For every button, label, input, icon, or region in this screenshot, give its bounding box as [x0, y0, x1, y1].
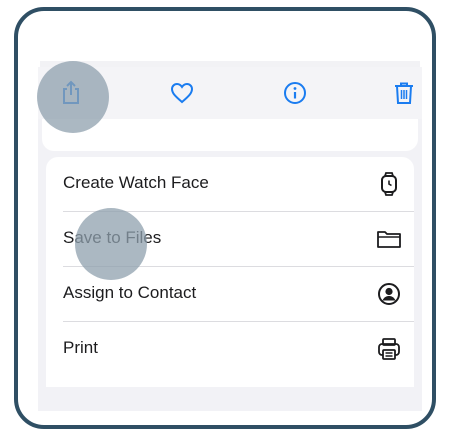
touch-indicator — [37, 61, 109, 133]
touch-indicator — [75, 208, 147, 280]
info-icon — [283, 81, 307, 105]
menu-item-print[interactable]: Print — [46, 322, 414, 376]
folder-icon — [376, 226, 402, 252]
menu-item-label: Create Watch Face — [63, 173, 209, 192]
trash-icon — [393, 81, 415, 105]
favorite-button[interactable] — [168, 79, 196, 107]
delete-button[interactable] — [390, 79, 418, 107]
printer-icon — [376, 336, 402, 362]
menu-item-label: Print — [63, 338, 98, 357]
menu-item-label: Assign to Contact — [63, 283, 197, 302]
contact-icon — [376, 281, 402, 307]
heart-icon — [170, 82, 194, 104]
watch-icon — [376, 171, 402, 197]
phone-frame: Create Watch Face Save to Files — [14, 7, 436, 429]
action-sheet-top-card — [42, 119, 418, 151]
info-button[interactable] — [281, 79, 309, 107]
menu-item-create-watch-face[interactable]: Create Watch Face — [46, 157, 414, 211]
